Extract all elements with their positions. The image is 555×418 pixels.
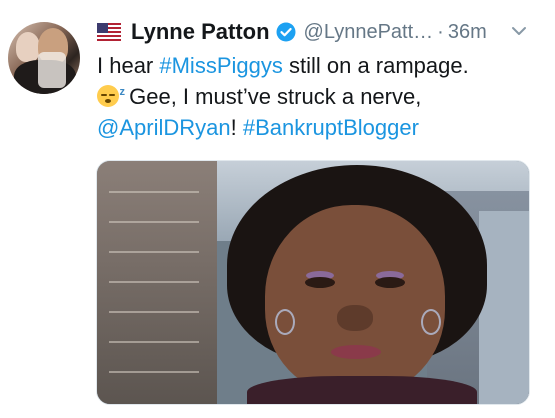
person-face — [265, 205, 445, 395]
person-mouth — [331, 345, 381, 359]
hashtag-link[interactable]: #BankruptBlogger — [243, 115, 419, 140]
person-shirt — [247, 376, 477, 404]
hashtag-link[interactable]: #MissPiggys — [159, 53, 282, 78]
tweet-line-1: I hear #MissPiggys still on a rampage. — [97, 50, 537, 81]
person-nose — [337, 305, 373, 331]
background-building — [479, 211, 529, 404]
background-building — [97, 161, 217, 404]
sleeping-face-emoji-icon: z — [97, 85, 125, 107]
earring — [421, 309, 441, 335]
tweet-card: Lynne Patton @LynnePatt… · 36m I hear #M… — [0, 0, 555, 418]
tweet-text-segment: I hear — [97, 53, 160, 78]
tweet-media-image[interactable] — [96, 160, 530, 405]
tweet-text: I hear #MissPiggys still on a rampage. z… — [97, 50, 537, 143]
avatar-figure — [16, 32, 40, 62]
tweet-line-3: @AprilDRyan! #BankruptBlogger — [97, 112, 537, 143]
avatar-figure — [38, 52, 66, 88]
separator-dot: · — [437, 20, 444, 43]
tweet-text-segment: ! — [230, 115, 243, 140]
author-handle[interactable]: @LynnePatt… — [304, 21, 434, 44]
tweet-header: Lynne Patton @LynnePatt… · 36m — [97, 17, 487, 47]
person-eye — [305, 277, 335, 288]
earring — [275, 309, 295, 335]
verified-badge-icon — [276, 22, 296, 42]
chevron-down-icon[interactable] — [510, 24, 528, 38]
author-name[interactable]: Lynne Patton — [131, 19, 270, 45]
us-flag-icon — [97, 23, 121, 41]
avatar[interactable] — [8, 22, 80, 94]
mention-link[interactable]: @AprilDRyan — [97, 115, 231, 140]
person-eye — [375, 277, 405, 288]
tweet-text-segment: Gee, I must’ve struck a nerve, — [123, 84, 422, 109]
tweet-timestamp[interactable]: 36m — [448, 21, 487, 44]
tweet-text-segment: still on a rampage. — [282, 53, 469, 78]
tweet-line-2: z Gee, I must’ve struck a nerve, — [97, 81, 537, 112]
